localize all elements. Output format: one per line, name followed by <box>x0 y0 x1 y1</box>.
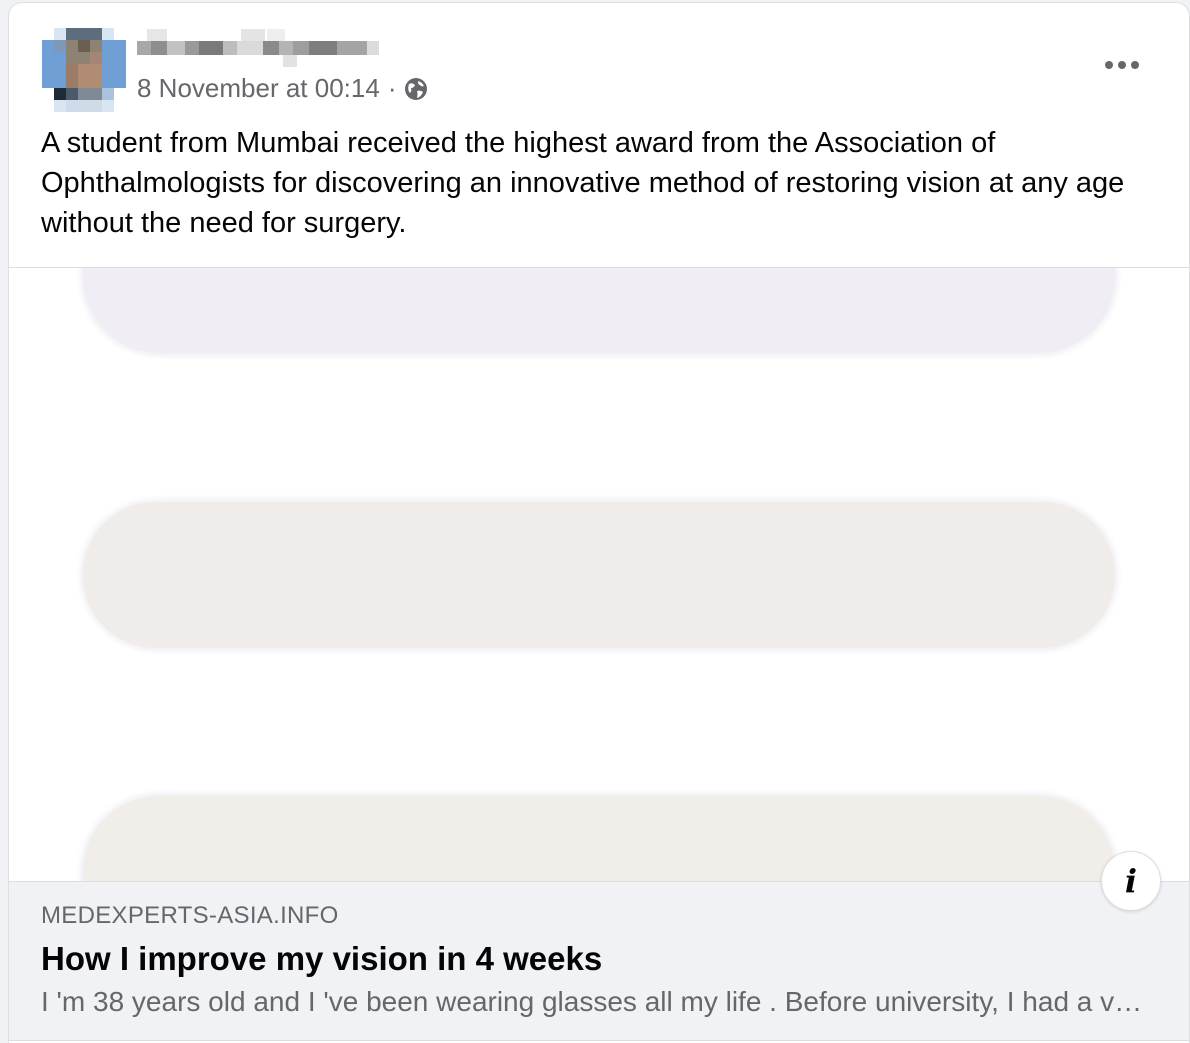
more-options-button[interactable] <box>1099 47 1145 83</box>
more-options-icon <box>1105 61 1139 69</box>
link-preview-image[interactable] <box>9 268 1189 881</box>
post-meta: 8 November at 00:14 · <box>137 73 428 104</box>
image-shape-top <box>83 268 1115 353</box>
info-icon[interactable]: i <box>1101 851 1161 911</box>
author-avatar[interactable] <box>42 28 126 112</box>
post-timestamp[interactable]: 8 November at 00:14 <box>137 73 380 104</box>
link-preview-box[interactable]: MEDEXPERTS-ASIA.INFO How I improve my vi… <box>9 881 1189 1041</box>
post-card: 8 November at 00:14 · A student from Mum… <box>8 2 1190 1043</box>
author-name-redacted[interactable] <box>137 29 382 69</box>
image-shape-middle <box>83 502 1115 648</box>
info-glyph: i <box>1124 862 1138 900</box>
pixelated-name-image <box>137 29 379 67</box>
image-shape-bottom <box>83 796 1115 881</box>
globe-icon[interactable] <box>404 77 428 101</box>
link-description: I 'm 38 years old and I 've been wearing… <box>41 986 1151 1017</box>
link-title[interactable]: How I improve my vision in 4 weeks <box>41 940 602 978</box>
link-domain: MEDEXPERTS-ASIA.INFO <box>41 902 339 929</box>
meta-separator: · <box>387 73 397 103</box>
blurred-avatar-image <box>42 28 126 112</box>
post-body-text: A student from Mumbai received the highe… <box>41 127 1125 239</box>
